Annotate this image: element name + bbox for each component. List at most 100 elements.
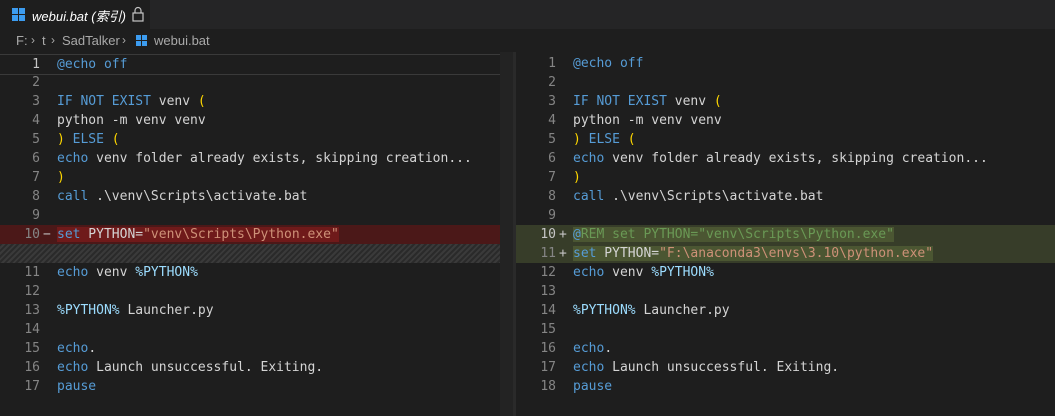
code-line[interactable]: 5) ELSE ( (516, 130, 1055, 149)
line-number: 15 (24, 341, 40, 356)
lock-icon[interactable] (131, 6, 145, 22)
code-line[interactable]: 12 (0, 282, 513, 301)
line-number: 7 (32, 170, 40, 185)
code-line[interactable]: 8 call .\venv\Scripts\activate.bat (0, 187, 513, 206)
code-text: echo. (57, 341, 97, 356)
code-line[interactable]: 14 (0, 320, 513, 339)
diff-original-pane[interactable]: 1 @echo off 2 3 IF NOT EXIST venv ( 4 python -… (0, 52, 513, 416)
code-line[interactable]: 15 echo. (0, 339, 513, 358)
diff-modified-pane[interactable]: 1 @echo off 2 3 IF NOT EXIST venv ( 4 python -… (516, 52, 1055, 416)
code-text: ) ELSE ( (573, 132, 636, 147)
tab-bar: webui.bat (索引) (0, 0, 1055, 29)
code-text: call .\venv\Scripts\activate.bat (57, 189, 308, 204)
line-number: 9 (32, 208, 40, 223)
code-text: echo Launch unsuccessful. Exiting. (57, 360, 324, 375)
diff-insert-marker: + (559, 227, 567, 242)
tab-title: webui.bat (索引) (32, 9, 126, 24)
line-number: 10 (24, 227, 40, 242)
code-text: echo Launch unsuccessful. Exiting. (573, 360, 840, 375)
breadcrumb: F: › t › SadTalker › webui.bat (0, 29, 1055, 51)
code-text: pause (573, 379, 613, 394)
line-number: 13 (24, 303, 40, 318)
line-number: 4 (548, 113, 556, 128)
code-line[interactable]: 17 pause (0, 377, 513, 396)
breadcrumb-item-file[interactable]: webui.bat (154, 33, 210, 48)
code-text: python -m venv venv (573, 113, 722, 128)
code-line[interactable]: 11 + set PYTHON="F:\anaconda3\envs\3.10\py… (516, 244, 1055, 263)
line-number: 8 (548, 189, 556, 204)
code-text: ) (57, 170, 65, 185)
line-number: 6 (32, 151, 40, 166)
code-line[interactable]: 10− set PYTHON="venv\Scripts\Python.exe" (0, 225, 513, 244)
code-text: set PYTHON="venv\Scripts\Python.exe" (57, 227, 339, 242)
code-line[interactable]: 18 pause (516, 377, 1055, 396)
diff-delete-marker: − (43, 227, 51, 242)
code-line[interactable]: 5 ) ELSE ( (0, 130, 513, 149)
code-text: pause (57, 379, 97, 394)
code-line[interactable]: 1 @echo off (0, 54, 513, 75)
code-line[interactable]: 6 echo venv folder already exists, skippi… (516, 149, 1055, 168)
line-number: 18 (540, 379, 556, 394)
line-number: 7 (548, 170, 556, 185)
chevron-right-icon: › (122, 33, 126, 47)
code-text: call .\venv\Scripts\activate.bat (573, 189, 824, 204)
editor-tab[interactable]: webui.bat (索引) (0, 0, 150, 29)
line-number: 9 (548, 208, 556, 223)
code-text: ) (573, 170, 581, 185)
code-line[interactable]: 16 echo Launch unsuccessful. Exiting. (0, 358, 513, 377)
code-text: ) ELSE ( (57, 132, 120, 147)
code-line[interactable] (0, 244, 513, 263)
line-number: 14 (540, 303, 556, 318)
code-line[interactable]: 3 IF NOT EXIST venv ( (0, 92, 513, 111)
code-line[interactable]: 8 call .\venv\Scripts\activate.bat (516, 187, 1055, 206)
code-line[interactable]: 9 (516, 206, 1055, 225)
breadcrumb-item-drive[interactable]: F: (16, 33, 28, 48)
code-line[interactable]: 3 IF NOT EXIST venv ( (516, 92, 1055, 111)
line-number: 2 (32, 75, 40, 90)
code-text: IF NOT EXIST venv ( (573, 94, 722, 109)
windows-icon (12, 8, 25, 21)
chevron-right-icon: › (31, 33, 35, 47)
breadcrumb-item-folder-t[interactable]: t (42, 33, 46, 48)
code-line[interactable]: 7) (0, 168, 513, 187)
windows-icon (136, 35, 148, 47)
code-line[interactable]: 2 (516, 73, 1055, 92)
code-line[interactable]: 13 (516, 282, 1055, 301)
line-number: 3 (548, 94, 556, 109)
code-line[interactable]: 6 echo venv folder already exists, skippi… (0, 149, 513, 168)
breadcrumb-item-folder-sadtalker[interactable]: SadTalker (62, 33, 120, 48)
line-number: 16 (24, 360, 40, 375)
line-number: 10 (540, 227, 556, 242)
code-line[interactable]: 1 @echo off (516, 54, 1055, 73)
code-line[interactable]: 7) (516, 168, 1055, 187)
code-line[interactable]: 10 + @REM set PYTHON="venv\Scripts\Python.… (516, 225, 1055, 244)
code-line[interactable]: 14 %PYTHON% Launcher.py (516, 301, 1055, 320)
line-number: 8 (32, 189, 40, 204)
line-number: 11 (540, 246, 556, 261)
code-line[interactable]: 9 (0, 206, 513, 225)
line-number: 3 (32, 94, 40, 109)
code-text: @REM set PYTHON="venv\Scripts\Python.exe… (573, 227, 894, 242)
line-number: 1 (548, 56, 556, 71)
line-number: 4 (32, 113, 40, 128)
line-number: 12 (540, 265, 556, 280)
code-line[interactable]: 13 %PYTHON% Launcher.py (0, 301, 513, 320)
code-line[interactable]: 15 (516, 320, 1055, 339)
diff-insert-marker: + (559, 246, 567, 261)
left-scrollbar[interactable] (500, 52, 513, 416)
code-text: %PYTHON% Launcher.py (57, 303, 214, 318)
line-number: 1 (32, 57, 40, 72)
code-line[interactable]: 4 python -m venv venv (516, 111, 1055, 130)
line-number: 13 (540, 284, 556, 299)
code-line[interactable]: 17 echo Launch unsuccessful. Exiting. (516, 358, 1055, 377)
code-line[interactable]: 12 echo venv %PYTHON% (516, 263, 1055, 282)
code-line[interactable]: 2 (0, 73, 513, 92)
code-line[interactable]: 16 echo. (516, 339, 1055, 358)
line-number: 2 (548, 75, 556, 90)
code-line[interactable]: 4 python -m venv venv (0, 111, 513, 130)
code-line[interactable]: 11 echo venv %PYTHON% (0, 263, 513, 282)
code-text: IF NOT EXIST venv ( (57, 94, 206, 109)
code-text: python -m venv venv (57, 113, 206, 128)
line-number: 5 (32, 132, 40, 147)
line-number: 17 (540, 360, 556, 375)
